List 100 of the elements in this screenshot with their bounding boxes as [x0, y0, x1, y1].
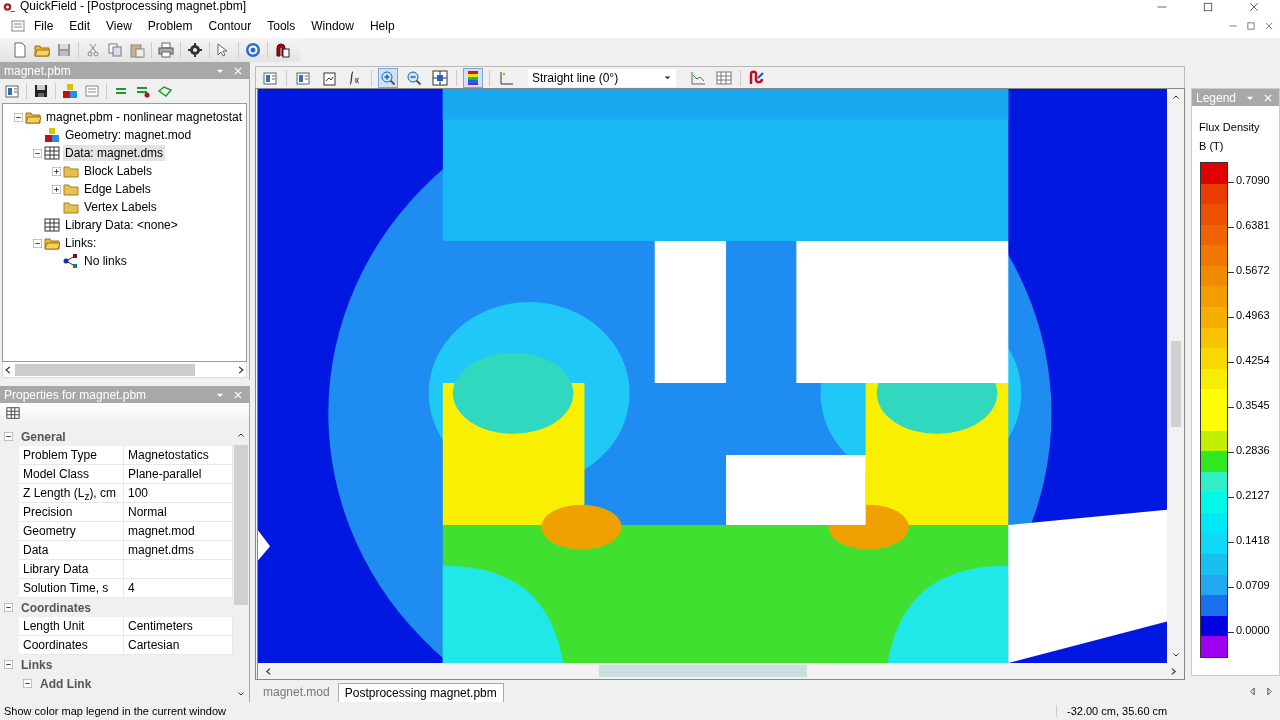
zoom-fit-button[interactable] [430, 67, 450, 88]
tree-item[interactable]: Links: [63, 235, 99, 251]
zoom-in-button[interactable] [378, 67, 398, 88]
dropdown-icon [663, 73, 672, 82]
tab-right-icon[interactable] [1265, 686, 1274, 696]
copy-icon[interactable] [107, 42, 123, 58]
folder-icon [63, 181, 79, 197]
scroll-up-icon[interactable] [1171, 93, 1180, 101]
new-file-icon[interactable] [12, 42, 28, 58]
save-icon[interactable] [33, 83, 49, 99]
tree-item[interactable]: Vertex Labels [82, 199, 159, 215]
legend-quantity: Flux Density [1198, 120, 1261, 135]
legend-value: 0.2127 [1235, 489, 1270, 501]
scroll-up-icon[interactable] [237, 431, 245, 439]
scrollbar-thumb[interactable] [15, 363, 195, 376]
maximize-button[interactable] [1202, 0, 1214, 13]
tree-item[interactable]: No links [82, 253, 129, 269]
scrollbar-thumb[interactable] [234, 445, 248, 605]
table-icon [716, 69, 732, 86]
scroll-down-icon[interactable] [237, 690, 245, 698]
tab-left-icon[interactable] [1248, 686, 1257, 696]
document-close-button[interactable] [1264, 20, 1274, 31]
legend-value: 0.6381 [1235, 219, 1270, 231]
folder-icon [63, 199, 79, 215]
property-group: Links [21, 657, 53, 672]
menu-item[interactable]: Window [303, 15, 362, 36]
table-icon [44, 145, 60, 161]
scroll-right-icon[interactable] [1169, 666, 1178, 676]
document-tab[interactable]: magnet.mod [257, 683, 336, 702]
legend-unit: B (T) [1198, 139, 1225, 154]
open-folder-icon [44, 235, 60, 251]
property-name: Library Data [19, 560, 124, 578]
line-type-dropdown[interactable]: Straight line (0°) [528, 68, 676, 87]
property-name: Model Class [19, 465, 124, 483]
local-values-icon [295, 69, 311, 86]
links-icon [63, 253, 79, 269]
print-icon[interactable] [158, 42, 174, 58]
legend-button[interactable] [463, 67, 483, 88]
menu-item[interactable]: View [98, 15, 140, 36]
property-name: Data [19, 541, 124, 559]
zoom-fit-icon [432, 69, 448, 86]
legend-value: 0.2836 [1235, 444, 1270, 456]
menu-item[interactable]: Contour [200, 15, 260, 36]
window-title: QuickField - [Postprocessing magnet.pbm] [20, 0, 248, 13]
collapse-icon[interactable] [4, 660, 13, 669]
collapse-icon[interactable] [4, 603, 13, 612]
open-folder-icon [25, 109, 41, 125]
cut-icon[interactable] [85, 42, 101, 58]
legend-value: 0.7090 [1235, 174, 1270, 186]
property-group: Add Link [40, 676, 92, 691]
clipboard-icon [321, 69, 337, 86]
menu-item[interactable]: Problem [139, 15, 201, 36]
collapse-icon[interactable] [32, 148, 42, 158]
window-icon[interactable] [4, 83, 20, 99]
tree-item[interactable]: Edge Labels [82, 181, 153, 197]
status-message: Show color map legend in the current window [4, 705, 227, 717]
legend-value: 0.4254 [1235, 354, 1270, 366]
tree-item[interactable]: Geometry: magnet.mod [63, 127, 194, 143]
tree-item[interactable]: magnet.pbm - nonlinear magnetostat [44, 109, 245, 125]
expand-icon[interactable] [51, 184, 61, 194]
blocks-icon[interactable] [62, 83, 78, 99]
scrollbar-thumb[interactable] [1170, 341, 1181, 427]
scroll-down-icon[interactable] [1171, 651, 1180, 659]
legend-icon [465, 69, 481, 86]
legend-value: 0.0000 [1235, 624, 1270, 636]
tree-item[interactable]: Block Labels [82, 163, 155, 179]
collapse-icon[interactable] [23, 679, 32, 688]
scroll-left-icon[interactable] [3, 364, 13, 375]
menu-item[interactable]: Edit [61, 15, 99, 36]
menu-item[interactable]: Tools [259, 15, 304, 36]
open-folder-icon[interactable] [34, 42, 50, 58]
table-icon [44, 217, 60, 233]
help-icon[interactable] [245, 42, 261, 58]
legend-value: 0.5672 [1235, 264, 1270, 276]
blocks-icon [44, 127, 60, 143]
categorized-icon[interactable] [6, 406, 20, 420]
zoom-in-icon [380, 69, 396, 86]
network-icon[interactable] [157, 83, 173, 99]
expand-icon[interactable] [51, 166, 61, 176]
window-icon [262, 69, 278, 86]
property-name: Geometry [19, 522, 124, 540]
settings-icon[interactable] [187, 42, 203, 58]
menu-item[interactable]: Help [361, 15, 403, 36]
scrollbar-thumb[interactable] [599, 665, 807, 677]
property-name: Length Unit [19, 617, 124, 635]
collapse-icon[interactable] [32, 238, 42, 248]
close-button[interactable] [1248, 0, 1260, 13]
collapse-icon[interactable] [13, 112, 23, 122]
document-tab[interactable]: Postprocessing magnet.pbm [337, 683, 504, 702]
plot-icon [690, 69, 706, 86]
menu-item[interactable]: File [26, 15, 62, 36]
tree-item[interactable]: Data: magnet.dms [63, 145, 166, 161]
collapse-icon[interactable] [4, 432, 13, 441]
scroll-left-icon[interactable] [264, 666, 273, 676]
legend-value: 0.4963 [1235, 309, 1270, 321]
cursor-coordinates: -32.00 cm, 35.60 cm [1056, 705, 1280, 717]
magnet-icon[interactable] [274, 42, 290, 58]
tree-item[interactable]: Library Data: <none> [63, 217, 180, 233]
scroll-right-icon[interactable] [236, 364, 246, 375]
legend-value: 0.1418 [1235, 534, 1270, 546]
